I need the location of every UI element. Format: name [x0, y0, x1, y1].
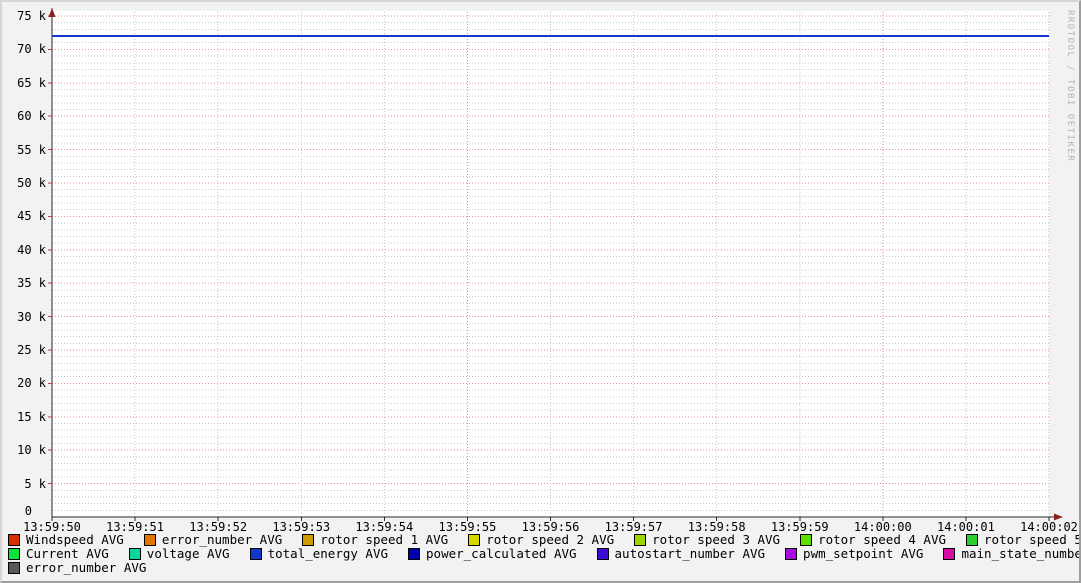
- legend-label: total_energy AVG: [267, 546, 389, 561]
- legend-item: rotor speed 5 AVG: [966, 532, 1079, 547]
- legend-swatch-icon: [143, 534, 156, 546]
- plot-area: [48, 8, 1063, 521]
- y-tick-label: 20 k: [17, 376, 46, 391]
- legend-label: power_calculated AVG: [426, 546, 577, 561]
- legend-label: error_number AVG: [26, 560, 147, 575]
- legend-label: error_number AVG: [161, 532, 283, 547]
- y-tick-label: 40 k: [17, 242, 46, 257]
- y-tick-label: 70 k: [17, 42, 46, 57]
- legend-swatch-icon: [128, 548, 141, 560]
- legend-item: total_energy AVG: [249, 546, 389, 561]
- legend-swatch-icon: [8, 562, 20, 574]
- legend-row: Windspeed AVG error_number AVG rotor speed…: [8, 533, 1079, 547]
- legend-label: Current AVG: [26, 546, 109, 561]
- legend-label: rotor speed 4 AVG: [818, 532, 947, 547]
- legend-item: power_calculated AVG: [408, 547, 577, 561]
- legend-swatch-icon: [634, 534, 647, 546]
- legend-row: error_number AVG: [8, 561, 1079, 575]
- legend-label: voltage AVG: [146, 546, 230, 561]
- legend-swatch-icon: [8, 534, 20, 546]
- legend-item: Current AVG: [8, 547, 109, 561]
- y-tick-label: 30 k: [17, 309, 46, 324]
- y-tick-label: 50 k: [17, 176, 46, 190]
- y-tick-label: 25 k: [17, 343, 46, 357]
- legend-swatch-icon: [596, 548, 609, 560]
- legend-swatch-icon: [408, 548, 421, 560]
- legend-label: Windspeed AVG: [26, 532, 124, 547]
- legend-row: Current AVG voltage AVG total_energy AVG po…: [8, 547, 1079, 561]
- legend-label: rotor speed 1 AVG: [320, 532, 449, 547]
- legend-swatch-icon: [249, 548, 262, 560]
- legend-item: rotor speed 3 AVG: [634, 533, 780, 547]
- legend-swatch-icon: [785, 548, 798, 560]
- legend-item: Windspeed AVG: [8, 533, 124, 547]
- y-tick-label: 5 k: [24, 476, 46, 491]
- y-tick-label: 0: [24, 504, 32, 518]
- legend-swatch-icon: [8, 548, 20, 560]
- legend-swatch-icon: [302, 534, 315, 546]
- y-tick-label: 55 k: [17, 142, 46, 157]
- legend-label: rotor speed 3 AVG: [652, 532, 781, 547]
- legend-swatch-icon: [966, 534, 979, 546]
- legend-item: rotor speed 2 AVG: [468, 533, 614, 547]
- legend-item: autostart_number AVG: [596, 546, 766, 561]
- legend-item: main_state_number AVG: [943, 546, 1081, 561]
- y-tick-label: 10 k: [17, 443, 46, 458]
- legend-swatch-icon: [468, 534, 481, 546]
- y-tick-label: 60 k: [17, 109, 46, 124]
- legend-swatch-icon: [800, 534, 813, 546]
- legend-item: voltage AVG: [128, 546, 230, 561]
- y-tick-label: 35 k: [17, 276, 46, 291]
- legend-label: rotor speed 2 AVG: [486, 532, 615, 547]
- legend-label: pwm_setpoint AVG: [803, 546, 924, 561]
- legend-item: rotor speed 1 AVG: [302, 533, 448, 547]
- legend: Windspeed AVG error_number AVG rotor speed…: [8, 533, 1079, 575]
- legend-item: error_number AVG: [8, 561, 146, 575]
- legend-item: pwm_setpoint AVG: [785, 547, 923, 561]
- legend-swatch-icon: [943, 548, 956, 560]
- watermark: RRDTOOL / TOBI OETIKER: [1065, 10, 1075, 163]
- y-tick-label: 75 k: [17, 9, 46, 23]
- y-tick-label: 65 k: [17, 75, 46, 90]
- legend-label: rotor speed 5 AVG: [984, 532, 1079, 547]
- legend-item: error_number AVG: [143, 532, 283, 547]
- rrdtool-graph: 0 5 k 10 k 15 k 20 k 25 k 30 k 35 k 40 k 45 k 50 k…: [0, 0, 1081, 583]
- y-tick-label: 15 k: [17, 409, 46, 424]
- y-tick-label: 45 k: [17, 209, 46, 224]
- legend-item: rotor speed 4 AVG: [800, 533, 946, 547]
- legend-label: autostart_number AVG: [614, 546, 766, 561]
- legend-label: main_state_number AVG: [961, 546, 1081, 561]
